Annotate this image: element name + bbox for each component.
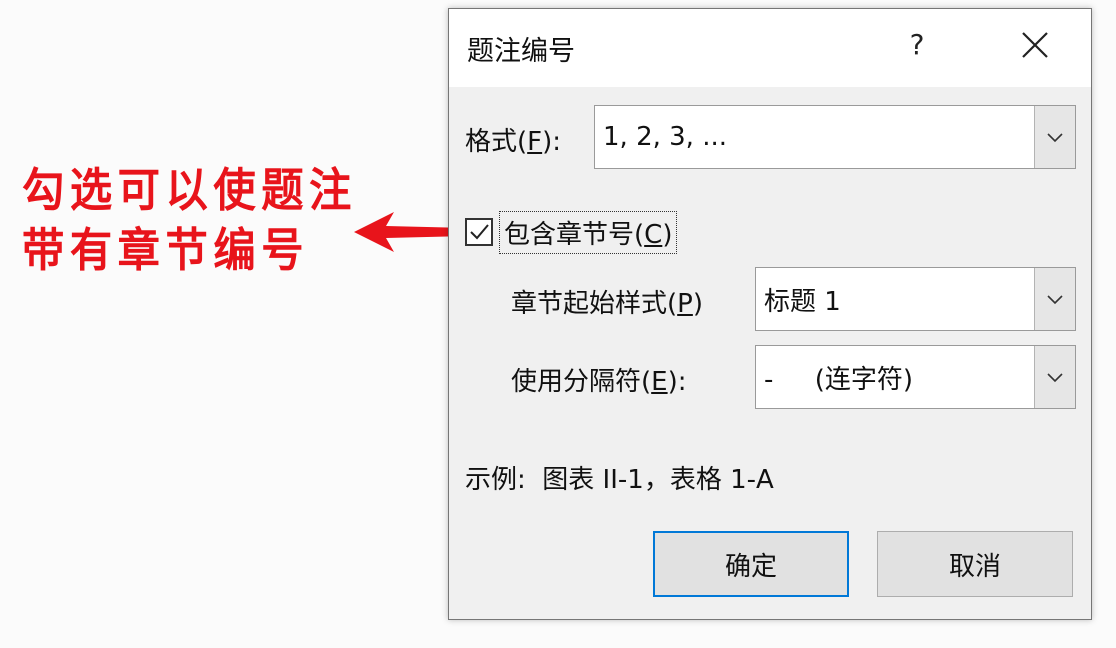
cancel-button[interactable]: 取消 [877,531,1073,597]
dialog-title: 题注编号 [467,36,575,67]
annotation-line-1: 勾选可以使题注 [22,163,357,217]
chapter-style-select[interactable]: 标题 1 [755,267,1076,331]
caption-numbering-dialog: 题注编号 ? 格式(F): 1, 2, 3, ... 包含章节号(C) 章节起始… [448,8,1092,620]
example-text: 示例: 图表 II-1，表格 1-A [465,459,774,496]
chapter-style-value: 标题 1 [764,286,841,317]
chevron-down-icon [1047,295,1063,305]
close-icon [1022,32,1048,58]
example-value: 图表 II-1，表格 1-A [542,465,774,495]
chevron-down-icon [1047,133,1063,143]
format-dropdown-button[interactable] [1034,106,1075,168]
annotation-line-2: 带有章节编号 [22,223,310,277]
format-label: 格式(F): [465,127,562,157]
separator-dropdown-button[interactable] [1034,346,1075,408]
separator-select[interactable]: - (连字符) [755,345,1076,409]
format-value: 1, 2, 3, ... [603,122,728,152]
chapter-style-label: 章节起始样式(P) [511,289,704,319]
close-button[interactable] [1013,23,1057,67]
separator-label: 使用分隔符(E): [511,367,687,397]
separator-value: - (连字符) [764,364,913,395]
include-chapter-number-option[interactable]: 包含章节号(C) [465,207,678,257]
ok-button[interactable]: 确定 [653,531,849,597]
annotation-text: 勾选可以使题注 带有章节编号 [22,160,357,280]
format-select[interactable]: 1, 2, 3, ... [594,105,1076,169]
example-label: 示例: [465,465,526,495]
chapter-style-dropdown-button[interactable] [1034,268,1075,330]
help-button[interactable]: ? [895,23,939,67]
checkmark-icon [470,224,489,240]
include-chapter-checkbox[interactable] [465,218,493,246]
screenshot: 勾选可以使题注 带有章节编号 题注编号 ? 格式(F): 1, 2, 3, ..… [0,0,1116,648]
title-bar: 题注编号 ? [449,9,1091,87]
chevron-down-icon [1047,373,1063,383]
include-chapter-label[interactable]: 包含章节号(C) [499,210,678,254]
